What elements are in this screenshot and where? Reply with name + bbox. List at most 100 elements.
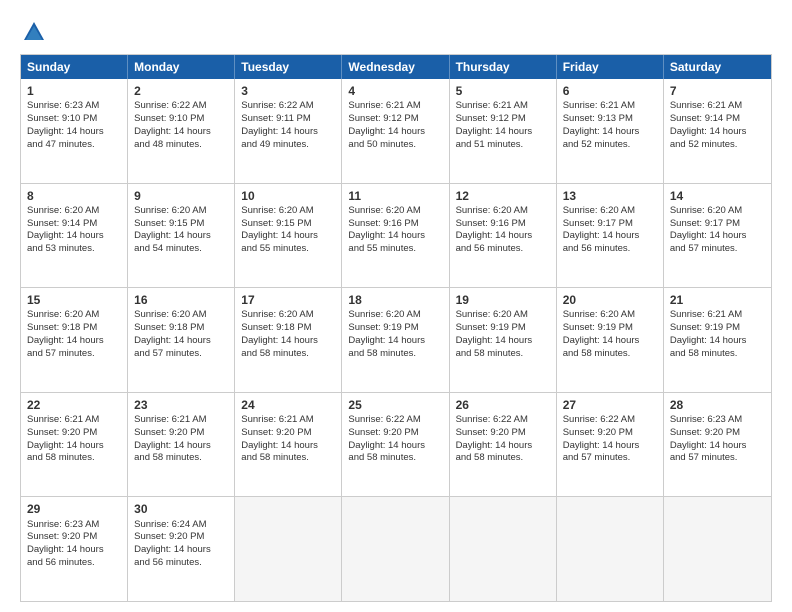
header-day-friday: Friday <box>557 55 664 79</box>
day-info-line: and 57 minutes. <box>27 348 95 359</box>
day-info-line: Sunrise: 6:20 AM <box>134 205 206 216</box>
day-info-line: Sunset: 9:20 PM <box>563 427 633 438</box>
day-info-line: Sunset: 9:20 PM <box>27 531 97 542</box>
day-cell-2: 2Sunrise: 6:22 AMSunset: 9:10 PMDaylight… <box>128 79 235 183</box>
day-info-line: Sunset: 9:19 PM <box>563 322 633 333</box>
day-info-line: Sunrise: 6:21 AM <box>27 414 99 425</box>
day-info-line: Sunset: 9:17 PM <box>563 218 633 229</box>
page: SundayMondayTuesdayWednesdayThursdayFrid… <box>0 0 792 612</box>
day-info-line: Daylight: 14 hours <box>456 440 533 451</box>
day-info-line: and 53 minutes. <box>27 243 95 254</box>
day-number: 14 <box>670 188 765 204</box>
day-info-line: Daylight: 14 hours <box>134 230 211 241</box>
day-info-line: Daylight: 14 hours <box>27 440 104 451</box>
day-info-line: Sunrise: 6:21 AM <box>241 414 313 425</box>
day-cell-15: 15Sunrise: 6:20 AMSunset: 9:18 PMDayligh… <box>21 288 128 392</box>
day-info-line: Sunrise: 6:22 AM <box>563 414 635 425</box>
calendar-body: 1Sunrise: 6:23 AMSunset: 9:10 PMDaylight… <box>21 79 771 601</box>
day-number: 2 <box>134 83 228 99</box>
day-info-line: Sunrise: 6:20 AM <box>134 309 206 320</box>
header-day-tuesday: Tuesday <box>235 55 342 79</box>
day-info-line: Daylight: 14 hours <box>348 126 425 137</box>
day-info-line: Sunrise: 6:22 AM <box>456 414 528 425</box>
day-cell-27: 27Sunrise: 6:22 AM Sunset: 9:20 PM Dayligh… <box>557 393 664 497</box>
day-info-line: Daylight: 14 hours <box>670 335 747 346</box>
calendar-row-4: 29Sunrise: 6:23 AMSunset: 9:20 PMDayligh… <box>21 496 771 601</box>
calendar-header: SundayMondayTuesdayWednesdayThursdayFrid… <box>21 55 771 79</box>
logo <box>20 18 52 46</box>
day-info-line: Sunset: 9:19 PM <box>456 322 526 333</box>
day-info-line: and 58 minutes. <box>348 452 416 463</box>
calendar-row-1: 8Sunrise: 6:20 AMSunset: 9:14 PMDaylight… <box>21 183 771 288</box>
day-info-line: Sunrise: 6:22 AM <box>241 100 313 111</box>
day-info-line: and 51 minutes. <box>456 139 524 150</box>
header-day-monday: Monday <box>128 55 235 79</box>
day-info-line: and 47 minutes. <box>27 139 95 150</box>
day-number: 5 <box>456 83 550 99</box>
day-info-line: Sunset: 9:20 PM <box>27 427 97 438</box>
day-info-line: Daylight: 14 hours <box>563 335 640 346</box>
day-cell-21: 21Sunrise: 6:21 AMSunset: 9:19 PMDayligh… <box>664 288 771 392</box>
day-info-line: Daylight: 14 hours <box>563 440 640 451</box>
day-info-line: Sunset: 9:20 PM <box>241 427 311 438</box>
day-cell-13: 13Sunrise: 6:20 AMSunset: 9:17 PMDayligh… <box>557 184 664 288</box>
day-info-line: Daylight: 14 hours <box>563 230 640 241</box>
day-info-line: and 58 minutes. <box>456 348 524 359</box>
day-info-line: Daylight: 14 hours <box>456 335 533 346</box>
day-cell-empty <box>450 497 557 601</box>
day-info-line: and 58 minutes. <box>134 452 202 463</box>
day-info-line: and 56 minutes. <box>27 557 95 568</box>
day-cell-17: 17Sunrise: 6:20 AMSunset: 9:18 PMDayligh… <box>235 288 342 392</box>
day-info-line: Sunset: 9:20 PM <box>134 427 204 438</box>
day-info-line: Sunset: 9:20 PM <box>456 427 526 438</box>
day-cell-29: 29Sunrise: 6:23 AMSunset: 9:20 PMDayligh… <box>21 497 128 601</box>
day-info-line: Daylight: 14 hours <box>134 126 211 137</box>
day-info-line: Daylight: 14 hours <box>27 126 104 137</box>
day-number: 12 <box>456 188 550 204</box>
day-number: 29 <box>27 501 121 517</box>
day-number: 11 <box>348 188 442 204</box>
day-info-line: Sunrise: 6:21 AM <box>348 100 420 111</box>
day-number: 8 <box>27 188 121 204</box>
header-day-thursday: Thursday <box>450 55 557 79</box>
day-number: 30 <box>134 501 228 517</box>
day-info-line: Sunset: 9:18 PM <box>27 322 97 333</box>
day-info-line: Daylight: 14 hours <box>134 440 211 451</box>
day-info-line: Daylight: 14 hours <box>670 440 747 451</box>
header-day-wednesday: Wednesday <box>342 55 449 79</box>
day-info-line: Daylight: 14 hours <box>134 335 211 346</box>
day-cell-23: 23Sunrise: 6:21 AMSunset: 9:20 PMDayligh… <box>128 393 235 497</box>
day-number: 20 <box>563 292 657 308</box>
day-info-line: Sunset: 9:19 PM <box>670 322 740 333</box>
day-number: 4 <box>348 83 442 99</box>
day-info-line: Sunset: 9:20 PM <box>134 531 204 542</box>
day-number: 9 <box>134 188 228 204</box>
day-info-line: Sunrise: 6:20 AM <box>27 205 99 216</box>
day-info-line: Daylight: 14 hours <box>241 335 318 346</box>
day-number: 3 <box>241 83 335 99</box>
day-number: 23 <box>134 397 228 413</box>
day-number: 21 <box>670 292 765 308</box>
day-info-line: and 50 minutes. <box>348 139 416 150</box>
day-number: 7 <box>670 83 765 99</box>
day-info-line: Sunset: 9:20 PM <box>348 427 418 438</box>
day-info-line: and 57 minutes. <box>134 348 202 359</box>
day-info-line: and 56 minutes. <box>134 557 202 568</box>
day-number: 6 <box>563 83 657 99</box>
day-cell-10: 10Sunrise: 6:20 AMSunset: 9:15 PMDayligh… <box>235 184 342 288</box>
day-info-line: Sunrise: 6:20 AM <box>348 309 420 320</box>
day-cell-19: 19Sunrise: 6:20 AMSunset: 9:19 PMDayligh… <box>450 288 557 392</box>
day-info-line: and 54 minutes. <box>134 243 202 254</box>
day-cell-11: 11Sunrise: 6:20 AMSunset: 9:16 PMDayligh… <box>342 184 449 288</box>
day-cell-26: 26Sunrise: 6:22 AMSunset: 9:20 PMDayligh… <box>450 393 557 497</box>
day-cell-empty <box>664 497 771 601</box>
day-cell-4: 4Sunrise: 6:21 AMSunset: 9:12 PMDaylight… <box>342 79 449 183</box>
day-info-line: Daylight: 14 hours <box>241 230 318 241</box>
day-cell-1: 1Sunrise: 6:23 AMSunset: 9:10 PMDaylight… <box>21 79 128 183</box>
day-number: 18 <box>348 292 442 308</box>
day-info-line: Sunrise: 6:21 AM <box>456 100 528 111</box>
day-info-line: and 58 minutes. <box>670 348 738 359</box>
day-info-line: Sunrise: 6:24 AM <box>134 519 206 530</box>
day-info-line: Daylight: 14 hours <box>134 544 211 555</box>
day-number: 27 <box>563 397 657 413</box>
